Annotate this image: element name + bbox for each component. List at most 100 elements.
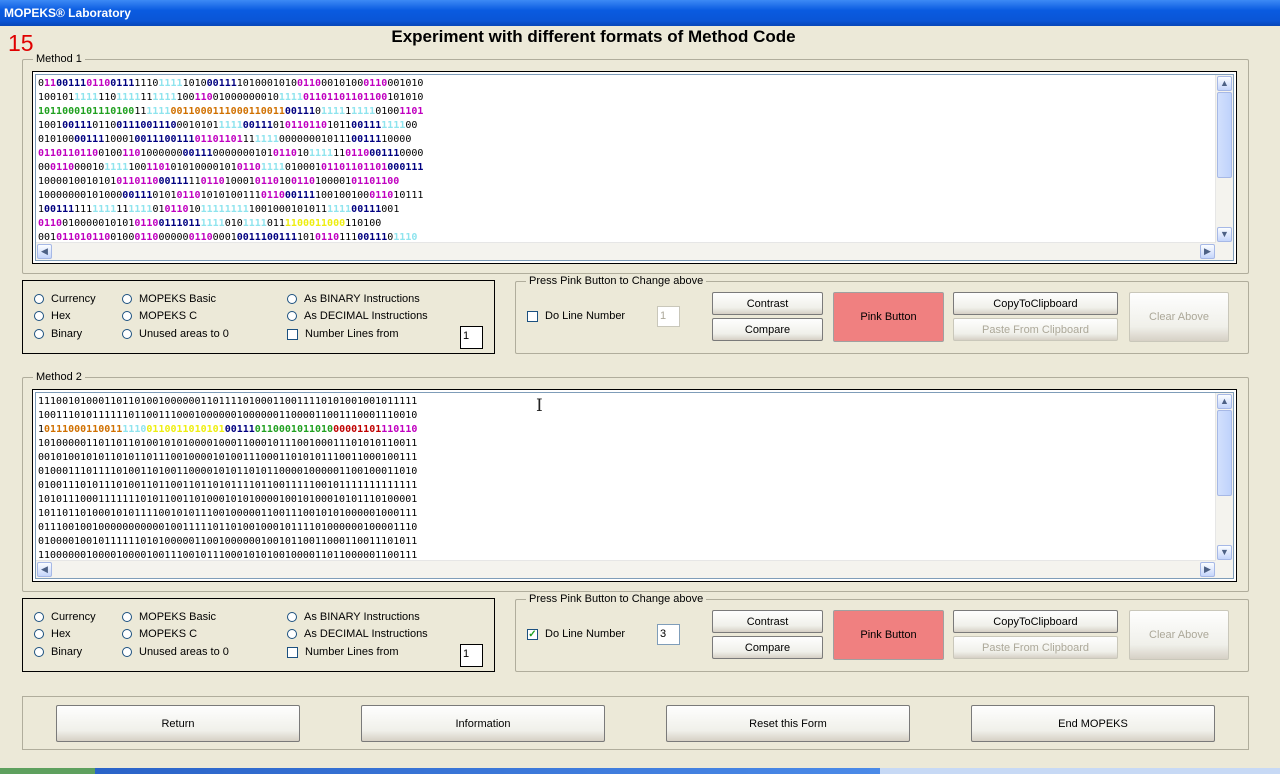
method-1-line-number-input[interactable]: 1 bbox=[657, 306, 680, 327]
code-segment: 0011100111 bbox=[134, 134, 195, 145]
end-mopeks-button[interactable]: End MOPEKS bbox=[971, 705, 1215, 742]
method-1-horizontal-scrollbar[interactable]: ◀ ▶ bbox=[36, 242, 1216, 260]
code-segment: 010 bbox=[224, 218, 243, 229]
method-2-paste-from-clipboard-button[interactable]: Paste From Clipboard bbox=[953, 636, 1118, 659]
code-segment: 00 bbox=[405, 120, 418, 131]
method-2-horizontal-scrollbar[interactable]: ◀ ▶ bbox=[36, 560, 1216, 578]
code-segment: 1010100111 bbox=[200, 190, 261, 201]
radio-circle-icon bbox=[122, 612, 132, 622]
method-2-radio-binary-instructions[interactable]: As BINARY Instructions bbox=[287, 611, 420, 623]
method-2-code-box[interactable]: 1110010100011011010010000001101111010001… bbox=[32, 389, 1237, 582]
method-2-pink-button[interactable]: Pink Button bbox=[833, 610, 944, 660]
method-1-do-line-checkbox[interactable]: Do Line Number bbox=[527, 310, 625, 322]
method-1-scroll-thumb[interactable] bbox=[1217, 92, 1232, 178]
method-2-line-number-input[interactable]: 3 bbox=[657, 624, 680, 645]
code-segment: 101010 bbox=[387, 92, 424, 103]
method-2-scroll-thumb[interactable] bbox=[1217, 410, 1232, 496]
code-segment: 00111 bbox=[206, 78, 237, 89]
code-segment: 0111 bbox=[110, 78, 135, 89]
code-line: 0100001001011111101010000011001000000100… bbox=[38, 535, 1216, 549]
method-1-radio-currency[interactable]: Currency bbox=[34, 293, 96, 305]
method-2-compare-button[interactable]: Compare bbox=[712, 636, 823, 659]
code-line: 1011100011001111100110011010101001110110… bbox=[38, 423, 1216, 437]
code-segment: 1111 bbox=[128, 204, 153, 215]
method-2-number-lines-from-input[interactable]: 1 bbox=[460, 644, 483, 667]
code-segment: 1011011010001010111100101011100100000110… bbox=[38, 508, 418, 519]
scroll-left-arrow-icon[interactable]: ◀ bbox=[37, 562, 52, 577]
method-1-radio-hex[interactable]: Hex bbox=[34, 310, 71, 322]
method-1-title: Method 1 bbox=[36, 53, 82, 65]
method-2-radio-decimal-instructions[interactable]: As DECIMAL Instructions bbox=[287, 628, 428, 640]
method-1-radio-mopeks-c[interactable]: MOPEKS C bbox=[122, 310, 197, 322]
radio-circle-icon bbox=[34, 612, 44, 622]
code-segment: 011 bbox=[266, 218, 285, 229]
method-1-vertical-scrollbar[interactable]: ▲ ▼ bbox=[1215, 75, 1233, 243]
method-2-radio-binary[interactable]: Binary bbox=[34, 646, 82, 658]
code-segment: 1111 bbox=[260, 162, 285, 173]
code-segment: 00111 bbox=[284, 106, 315, 117]
code-segment: 0010100 bbox=[321, 78, 364, 89]
method-1-format-options: Currency Hex Binary MOPEKS Basic MOPEKS … bbox=[22, 280, 495, 354]
method-1-contrast-button[interactable]: Contrast bbox=[712, 292, 823, 315]
code-segment: 11 bbox=[116, 204, 129, 215]
code-segment: 10000 bbox=[381, 134, 412, 145]
method-1-number-lines-checkbox[interactable]: Number Lines from bbox=[287, 328, 399, 340]
method-1-number-lines-from-input[interactable]: 1 bbox=[460, 326, 483, 349]
scroll-down-arrow-icon[interactable]: ▼ bbox=[1217, 227, 1232, 242]
code-segment: 00111 bbox=[158, 176, 189, 187]
method-1-radio-binary[interactable]: Binary bbox=[34, 328, 82, 340]
code-segment: 1101 bbox=[381, 424, 406, 435]
scroll-up-arrow-icon[interactable]: ▲ bbox=[1217, 76, 1232, 91]
method-2-do-line-checkbox[interactable]: ✓ Do Line Number bbox=[527, 628, 625, 640]
method-1-radio-unused-areas[interactable]: Unused areas to 0 bbox=[122, 328, 229, 340]
checkbox-icon bbox=[287, 328, 298, 340]
radio-circle-icon bbox=[122, 329, 132, 339]
code-segment: 1111 bbox=[152, 92, 177, 103]
code-segment: 0111000110011 bbox=[44, 424, 123, 435]
method-2-code-text[interactable]: 1110010100011011010010000001101111010001… bbox=[38, 395, 1216, 563]
code-segment: 0010100101011010110111001000010100111000… bbox=[38, 452, 418, 463]
scroll-up-arrow-icon[interactable]: ▲ bbox=[1217, 394, 1232, 409]
method-1-radio-mopeks-basic[interactable]: MOPEKS Basic bbox=[122, 293, 216, 305]
method-1-pink-button[interactable]: Pink Button bbox=[833, 292, 944, 342]
radio-circle-icon bbox=[34, 647, 44, 657]
information-button[interactable]: Information bbox=[361, 705, 605, 742]
method-2-contrast-button[interactable]: Contrast bbox=[712, 610, 823, 633]
scroll-right-arrow-icon[interactable]: ▶ bbox=[1200, 244, 1215, 259]
code-segment: 0011000111000110011 bbox=[170, 106, 285, 117]
code-segment: 00111 bbox=[351, 120, 382, 131]
method-1-clear-above-button[interactable]: Clear Above bbox=[1129, 292, 1229, 342]
method-2-radio-mopeks-c[interactable]: MOPEKS C bbox=[122, 628, 197, 640]
code-segment: 1111 bbox=[92, 204, 117, 215]
code-segment: 00111 bbox=[62, 120, 93, 131]
method-1-paste-from-clipboard-button[interactable]: Paste From Clipboard bbox=[953, 318, 1118, 341]
code-segment: 0110 bbox=[50, 162, 75, 173]
code-segment: 1001 bbox=[38, 120, 63, 131]
scroll-down-arrow-icon[interactable]: ▼ bbox=[1217, 545, 1232, 560]
code-segment: 1111 bbox=[278, 92, 303, 103]
method-2-copy-to-clipboard-button[interactable]: CopyToClipboard bbox=[953, 610, 1118, 633]
method-2-radio-currency[interactable]: Currency bbox=[34, 611, 96, 623]
method-2-number-lines-checkbox[interactable]: Number Lines from bbox=[287, 646, 399, 658]
method-2-radio-mopeks-basic[interactable]: MOPEKS Basic bbox=[122, 611, 216, 623]
code-segment: 010001 bbox=[284, 162, 322, 173]
method-1-code-box[interactable]: 0110011101100111111011111010001111010001… bbox=[32, 71, 1237, 264]
method-2-radio-hex[interactable]: Hex bbox=[34, 628, 71, 640]
method-1-radio-binary-instructions[interactable]: As BINARY Instructions bbox=[287, 293, 420, 305]
reset-form-button[interactable]: Reset this Form bbox=[666, 705, 910, 742]
code-segment: 010000010101 bbox=[62, 218, 135, 229]
method-1-copy-to-clipboard-button[interactable]: CopyToClipboard bbox=[953, 292, 1118, 315]
method-2-clear-above-button[interactable]: Clear Above bbox=[1129, 610, 1229, 660]
scroll-right-arrow-icon[interactable]: ▶ bbox=[1200, 562, 1215, 577]
code-segment: 01 bbox=[152, 204, 165, 215]
method-2-vertical-scrollbar[interactable]: ▲ ▼ bbox=[1215, 393, 1233, 561]
method-1-code-text[interactable]: 0110011101100111111011111010001111010001… bbox=[38, 77, 1216, 245]
code-segment: 0110 bbox=[176, 190, 201, 201]
method-2-radio-unused-areas[interactable]: Unused areas to 0 bbox=[122, 646, 229, 658]
method-1-radio-decimal-instructions[interactable]: As DECIMAL Instructions bbox=[287, 310, 428, 322]
method-1-compare-button[interactable]: Compare bbox=[712, 318, 823, 341]
return-button[interactable]: Return bbox=[56, 705, 300, 742]
code-segment: 001 bbox=[381, 204, 400, 215]
scroll-left-arrow-icon[interactable]: ◀ bbox=[37, 244, 52, 259]
code-segment: 00111 bbox=[242, 120, 273, 131]
